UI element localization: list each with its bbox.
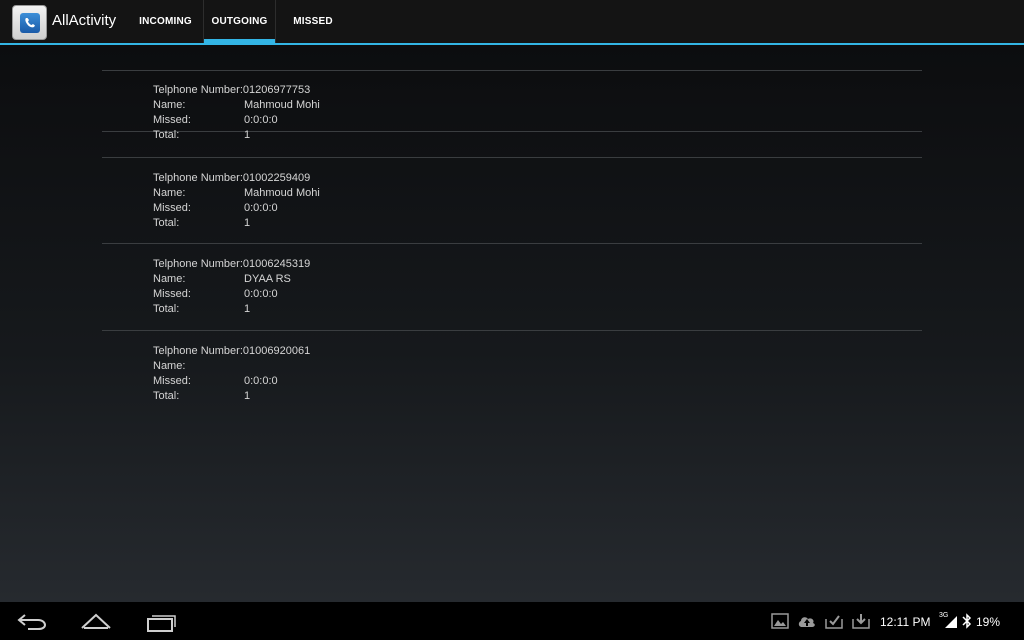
tab-missed-label: MISSED — [293, 16, 333, 27]
phone-row: Telphone Number:01002259409 — [153, 171, 310, 186]
selected-tab-indicator — [204, 39, 275, 43]
list-item[interactable]: Telphone Number:01206977753 Name: Mahmoud… — [102, 45, 922, 141]
missed-label: Missed: — [153, 288, 191, 300]
list-item[interactable]: Telphone Number:01006920061 Name: Missed… — [102, 331, 922, 418]
phone-label: Telphone Number: — [153, 84, 243, 96]
back-icon[interactable] — [16, 611, 48, 631]
cloud-upload-icon — [798, 617, 815, 627]
clock: 12:11 PM — [880, 615, 931, 629]
total-value: 1 — [244, 217, 251, 229]
phone-row: Telphone Number:01206977753 — [153, 83, 310, 98]
total-label: Total: — [153, 217, 180, 229]
missed-row: Missed: 0:0:0:0 — [153, 113, 278, 128]
app-title: AllActivity — [52, 12, 117, 29]
phone-value: 01006920061 — [242, 345, 311, 357]
total-row: Total: 1 — [153, 302, 250, 317]
phone-value: 01006245319 — [242, 258, 311, 270]
name-value: Mahmoud Mohi — [244, 187, 320, 199]
phone-label: Telphone Number: — [153, 258, 243, 270]
total-value: 1 — [244, 303, 251, 315]
system-bar: 12:11 PM 3G 19% — [0, 602, 1024, 640]
missed-label: Missed: — [153, 114, 191, 126]
name-row: Name: Mahmoud Mohi — [153, 98, 320, 113]
name-row: Name: DYAA RS — [153, 272, 291, 287]
signal-icon — [945, 616, 957, 628]
tab-incoming-label: INCOMING — [139, 16, 192, 27]
missed-value: 0:0:0:0 — [244, 375, 278, 387]
name-label: Name: — [153, 273, 186, 285]
name-label: Name: — [153, 187, 186, 199]
missed-label: Missed: — [153, 375, 191, 387]
list-item[interactable]: Telphone Number:01006245319 Name: DYAA RS… — [102, 244, 922, 331]
tab-incoming[interactable]: INCOMING — [128, 0, 203, 43]
missed-label: Missed: — [153, 202, 191, 214]
total-value: 1 — [244, 390, 251, 402]
name-label: Name: — [153, 360, 186, 372]
phone-row: Telphone Number:01006920061 — [153, 344, 310, 359]
tab-outgoing-label: OUTGOING — [211, 16, 268, 27]
spacer — [102, 70, 922, 71]
phone-value: 01002259409 — [242, 172, 311, 184]
name-label: Name: — [153, 99, 186, 111]
phone-row: Telphone Number:01006245319 — [153, 257, 310, 272]
name-row: Name: — [153, 359, 244, 374]
name-value: DYAA RS — [244, 273, 291, 285]
call-list[interactable]: Telphone Number:01206977753 Name: Mahmoud… — [0, 45, 1024, 602]
name-row: Name: Mahmoud Mohi — [153, 186, 320, 201]
app-icon[interactable] — [12, 5, 47, 40]
phone-label: Telphone Number: — [153, 172, 243, 184]
phone-label: Telphone Number: — [153, 345, 243, 357]
phone-value: 01206977753 — [242, 84, 311, 96]
download-icon — [852, 614, 870, 629]
total-row: Total: 1 — [153, 389, 250, 404]
total-row: Total: 1 — [153, 128, 250, 143]
name-value: Mahmoud Mohi — [244, 99, 320, 111]
screen: AllActivity INCOMING OUTGOING MISSED Tel… — [0, 0, 1024, 640]
bluetooth-icon — [962, 613, 972, 629]
download-check-icon — [825, 615, 843, 629]
gallery-icon — [771, 613, 789, 629]
tab-outgoing[interactable]: OUTGOING — [203, 0, 276, 43]
total-label: Total: — [153, 390, 180, 402]
list-item[interactable]: Telphone Number:01002259409 Name: Mahmoud… — [102, 157, 922, 244]
missed-row: Missed: 0:0:0:0 — [153, 201, 278, 216]
recent-apps-icon[interactable] — [145, 611, 177, 633]
tab-missed[interactable]: MISSED — [277, 0, 349, 43]
missed-value: 0:0:0:0 — [244, 202, 278, 214]
phone-app-icon — [20, 13, 40, 33]
missed-value: 0:0:0:0 — [244, 114, 278, 126]
total-label: Total: — [153, 129, 180, 141]
missed-row: Missed: 0:0:0:0 — [153, 287, 278, 302]
home-icon[interactable] — [80, 611, 112, 631]
action-bar: AllActivity INCOMING OUTGOING MISSED — [0, 0, 1024, 45]
missed-value: 0:0:0:0 — [244, 288, 278, 300]
total-row: Total: 1 — [153, 216, 250, 231]
battery-percent: 19% — [976, 615, 1001, 629]
missed-row: Missed: 0:0:0:0 — [153, 374, 278, 389]
total-label: Total: — [153, 303, 180, 315]
total-value: 1 — [244, 129, 251, 141]
